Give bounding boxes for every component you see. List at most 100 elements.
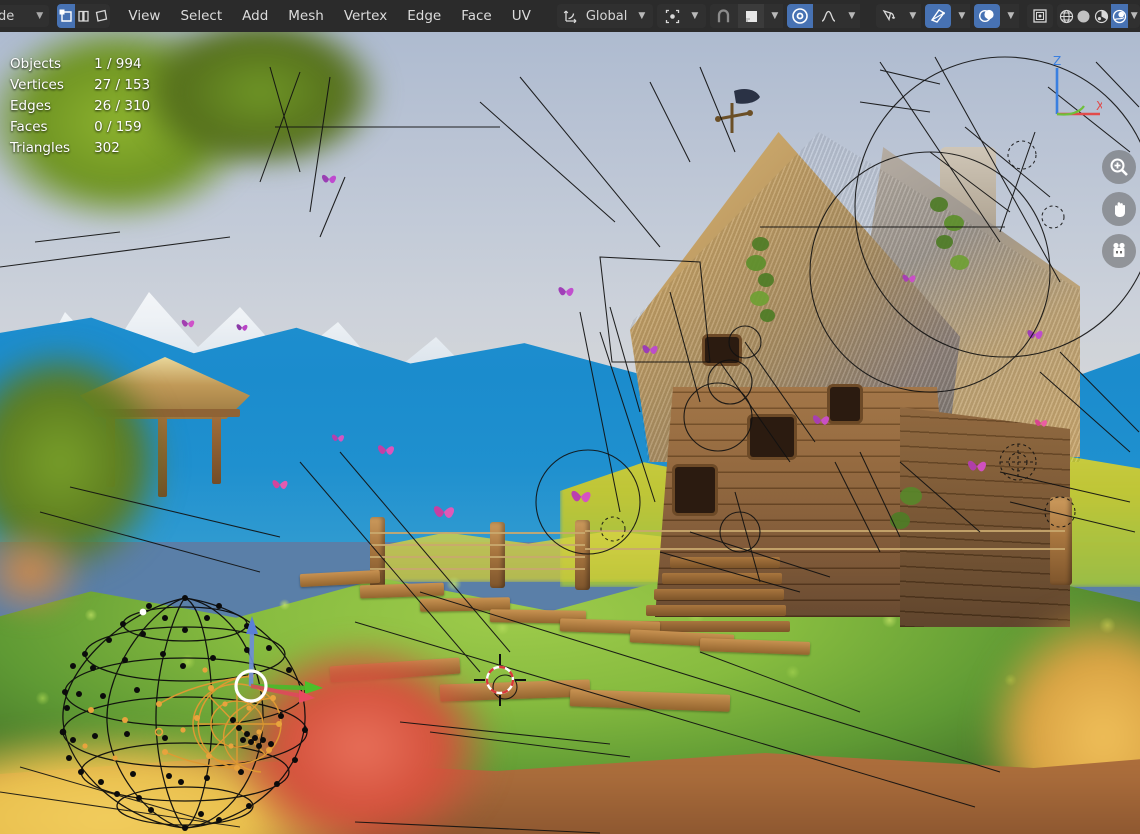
butterfly bbox=[270, 477, 290, 492]
magnet-icon[interactable] bbox=[710, 4, 736, 28]
rope bbox=[370, 544, 585, 546]
toggle-xray-icon[interactable] bbox=[925, 4, 951, 28]
step bbox=[654, 589, 784, 600]
smooth-falloff-curve-icon[interactable] bbox=[815, 4, 841, 28]
ivy bbox=[760, 309, 775, 322]
ivy bbox=[944, 215, 964, 231]
xray-group: ▼ bbox=[925, 4, 970, 28]
window bbox=[830, 387, 860, 421]
mode-dropdown-label: ode bbox=[0, 9, 14, 24]
chevron-down-icon[interactable]: ▼ bbox=[843, 4, 860, 28]
menu-face[interactable]: Face bbox=[451, 5, 502, 27]
cottage bbox=[600, 87, 1100, 607]
shading-solid-button[interactable] bbox=[1075, 4, 1093, 28]
spacer bbox=[860, 16, 868, 17]
ivy bbox=[746, 255, 766, 271]
menu-edge[interactable]: Edge bbox=[397, 5, 451, 27]
window bbox=[705, 337, 739, 363]
proportional-editing-icon[interactable] bbox=[787, 4, 813, 28]
stat-label: Triangles bbox=[10, 138, 94, 159]
butterfly bbox=[965, 457, 989, 475]
viewport-shading-group: ▼ bbox=[1057, 4, 1140, 28]
pivot-point-icon bbox=[660, 8, 684, 25]
overlays-group: ▼ bbox=[974, 4, 1019, 28]
ivy bbox=[890, 512, 910, 529]
mode-dropdown[interactable]: ode ▼ bbox=[0, 5, 49, 27]
zoom-button[interactable] bbox=[1102, 150, 1136, 184]
menu-mesh[interactable]: Mesh bbox=[278, 5, 334, 27]
spacer bbox=[549, 16, 557, 17]
menu-vertex[interactable]: Vertex bbox=[334, 5, 397, 27]
viewport-header: ode ▼ bbox=[0, 0, 1140, 32]
rope bbox=[370, 532, 585, 534]
mesh-edit-mode-options-icon[interactable] bbox=[876, 4, 902, 28]
orientation-axes-icon bbox=[560, 8, 582, 24]
show-gizmo-icon[interactable] bbox=[1027, 4, 1053, 28]
chevron-down-icon[interactable]: ▼ bbox=[686, 4, 703, 28]
stat-row: Triangles 302 bbox=[10, 138, 150, 159]
ivy bbox=[758, 273, 774, 287]
foreground-bokeh bbox=[0, 512, 100, 632]
mesh-edit-options-group: ▼ bbox=[876, 4, 921, 28]
viewport-canvas[interactable]: Objects 1 / 994 Vertices 27 / 153 Edges … bbox=[0, 32, 1140, 834]
butterfly bbox=[330, 432, 346, 444]
ivy bbox=[930, 197, 948, 212]
pan-button[interactable] bbox=[1102, 192, 1136, 226]
camera-button[interactable] bbox=[1102, 234, 1136, 268]
rope bbox=[370, 556, 585, 558]
chevron-down-icon[interactable]: ▼ bbox=[1128, 4, 1140, 28]
ivy bbox=[950, 255, 969, 270]
stat-label: Objects bbox=[10, 54, 94, 75]
weathervane bbox=[712, 87, 782, 147]
stat-value: 302 bbox=[94, 138, 150, 159]
menu-view[interactable]: View bbox=[118, 5, 170, 27]
butterfly bbox=[640, 342, 660, 357]
viewport-nav-buttons bbox=[1102, 150, 1136, 268]
menu-uv[interactable]: UV bbox=[502, 5, 541, 27]
show-overlays-icon[interactable] bbox=[974, 4, 1000, 28]
spacer bbox=[541, 16, 549, 17]
chevron-down-icon[interactable]: ▼ bbox=[904, 4, 921, 28]
face-select-mode-button[interactable] bbox=[93, 4, 111, 28]
transform-orientation-dropdown[interactable]: Global ▼ bbox=[557, 4, 653, 28]
stat-label: Faces bbox=[10, 117, 94, 138]
menu-select[interactable]: Select bbox=[170, 5, 232, 27]
foreground-leaf bbox=[110, 32, 410, 192]
blender-3d-viewport-window: ode ▼ bbox=[0, 0, 1140, 834]
edge-select-mode-button[interactable] bbox=[75, 4, 93, 28]
foreground-sphere-blur bbox=[230, 622, 560, 834]
ivy bbox=[900, 487, 922, 505]
butterfly bbox=[1033, 417, 1049, 429]
shading-rendered-button[interactable] bbox=[1111, 4, 1129, 28]
ivy bbox=[750, 291, 769, 306]
chevron-down-icon[interactable]: ▼ bbox=[953, 4, 970, 28]
butterfly bbox=[180, 317, 196, 330]
mesh-select-mode-group bbox=[57, 4, 110, 28]
rope bbox=[585, 548, 1065, 550]
stat-value: 0 / 159 bbox=[94, 117, 150, 138]
snap-increment-icon[interactable] bbox=[738, 4, 764, 28]
butterfly bbox=[568, 487, 594, 506]
stat-value: 1 / 994 bbox=[94, 54, 150, 75]
chevron-down-icon: ▼ bbox=[36, 11, 43, 21]
butterfly bbox=[1025, 327, 1045, 342]
butterfly bbox=[556, 284, 576, 299]
spacer bbox=[49, 16, 57, 17]
pivot-point-dropdown[interactable]: ▼ bbox=[657, 4, 706, 28]
menu-add[interactable]: Add bbox=[232, 5, 278, 27]
shading-wireframe-button[interactable] bbox=[1057, 4, 1075, 28]
stat-row: Edges 26 / 310 bbox=[10, 96, 150, 117]
gizmo-group bbox=[1027, 4, 1053, 28]
transform-orientation-value: Global bbox=[584, 9, 631, 24]
step bbox=[646, 605, 786, 616]
stat-value: 26 / 310 bbox=[94, 96, 150, 117]
shading-material-preview-button[interactable] bbox=[1093, 4, 1111, 28]
stat-row: Vertices 27 / 153 bbox=[10, 75, 150, 96]
chevron-down-icon[interactable]: ▼ bbox=[766, 4, 783, 28]
stat-row: Objects 1 / 994 bbox=[10, 54, 150, 75]
chevron-down-icon[interactable]: ▼ bbox=[633, 4, 650, 28]
vertex-select-mode-button[interactable] bbox=[57, 4, 75, 28]
chevron-down-icon[interactable]: ▼ bbox=[1002, 4, 1019, 28]
window bbox=[750, 417, 794, 457]
navigation-axis-gizmo[interactable]: Z X bbox=[1012, 52, 1102, 142]
